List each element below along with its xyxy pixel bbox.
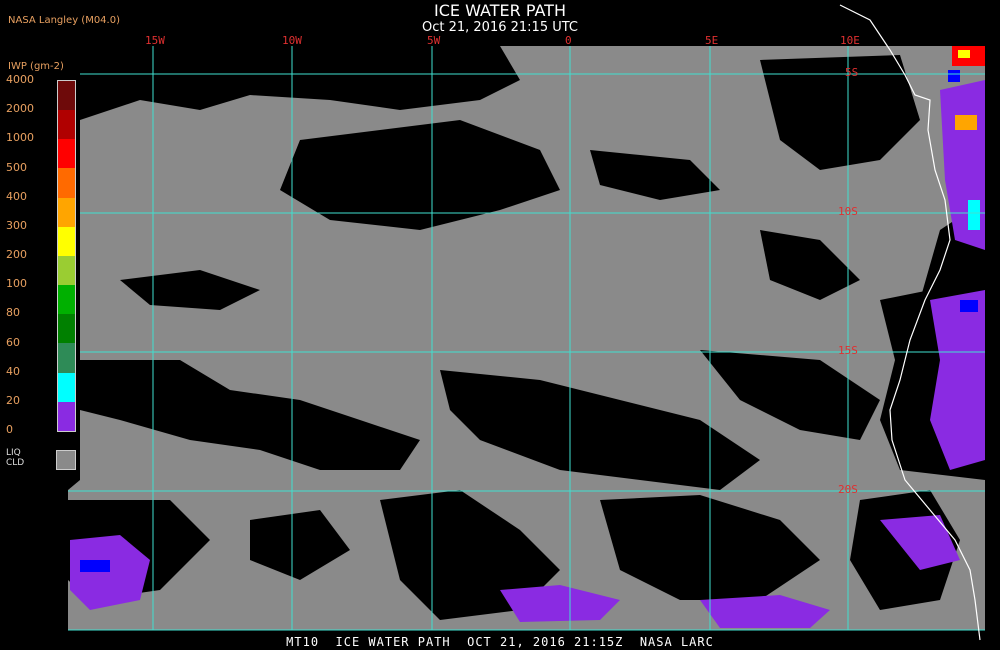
chart-title: ICE WATER PATH bbox=[434, 1, 566, 20]
legend-swatch-80 bbox=[58, 314, 75, 344]
legend-tick-400: 400 bbox=[6, 189, 27, 203]
legend-tick-4000: 4000 bbox=[6, 73, 34, 86]
legend-swatch-40 bbox=[58, 372, 75, 402]
legend-swatch-100 bbox=[58, 285, 75, 315]
chart-datetime: Oct 21, 2016 21:15 UTC bbox=[422, 20, 578, 35]
legend-tick-2000: 2000 bbox=[6, 102, 34, 116]
legend-tick-200: 200 bbox=[6, 248, 27, 261]
legend-swatch-200 bbox=[58, 255, 75, 286]
credit-label: NASA Langley (M04.0) bbox=[8, 15, 120, 26]
lon-label-15w: 15W bbox=[145, 34, 165, 47]
lat-label-10s: 10S bbox=[838, 205, 858, 218]
lon-label-10w: 10W bbox=[282, 34, 302, 47]
legend-swatch-60 bbox=[58, 343, 75, 373]
legend-swatch-1000 bbox=[58, 139, 75, 169]
legend-tick-1000: 1000 bbox=[6, 131, 34, 145]
liquid-cloud-swatch bbox=[56, 450, 76, 470]
lat-label-5s: 5S bbox=[845, 66, 859, 79]
satellite-map bbox=[68, 4, 985, 641]
legend-swatch-4000 bbox=[58, 81, 75, 111]
lon-label-5w: 5W bbox=[427, 34, 441, 47]
legend-tick-300: 300 bbox=[6, 218, 27, 232]
legend-tick-0: 0 bbox=[6, 423, 13, 436]
legend-tick-500: 500 bbox=[6, 160, 27, 174]
legend-tick-60: 60 bbox=[6, 335, 20, 349]
liquid-cloud-text: LIQ CLD bbox=[6, 448, 25, 468]
legend-swatch-500 bbox=[58, 168, 75, 198]
legend-swatch-300 bbox=[58, 226, 75, 256]
legend-tick-100: 100 bbox=[6, 277, 27, 291]
legend-tick-20: 20 bbox=[6, 393, 20, 407]
legend-swatch-2000 bbox=[58, 110, 75, 140]
lon-label-5e: 5E bbox=[705, 34, 719, 47]
color-legend bbox=[57, 80, 76, 432]
lon-label-0: 0 bbox=[565, 34, 572, 47]
lat-label-15s: 15S bbox=[838, 344, 858, 357]
footer-caption: MT10 ICE WATER PATH OCT 21, 2016 21:15Z … bbox=[286, 635, 714, 649]
legend-unit-label: IWP (gm-2) bbox=[8, 61, 64, 72]
legend-swatch-400 bbox=[58, 197, 75, 227]
liquid-cloud-label: LIQ CLD bbox=[6, 448, 24, 468]
legend-swatch-20 bbox=[58, 401, 75, 431]
lon-label-10e: 10E bbox=[840, 34, 860, 47]
legend-tick-80: 80 bbox=[6, 306, 20, 320]
lat-label-20s: 20S bbox=[838, 483, 858, 496]
legend-tick-40: 40 bbox=[6, 364, 20, 378]
